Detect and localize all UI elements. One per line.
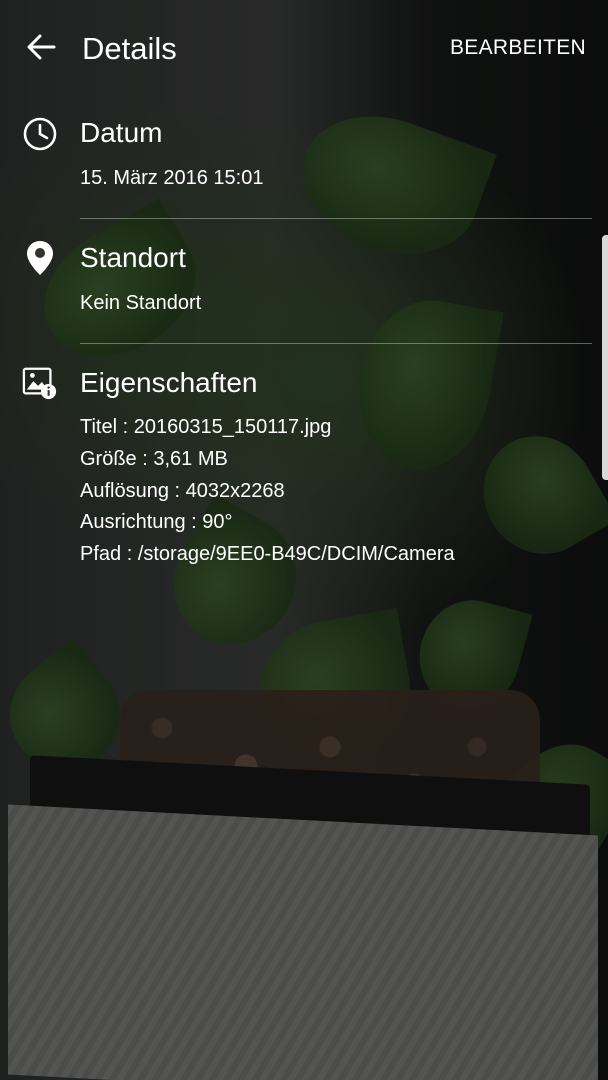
date-title: Datum <box>80 117 163 148</box>
property-resolution: Auflösung : 4032x2268 <box>80 480 285 502</box>
property-path: Pfad : /storage/9EE0-B49C/DCIM/Camera <box>80 543 455 565</box>
divider <box>80 218 592 219</box>
location-pin-icon <box>22 240 58 276</box>
date-value: 15. März 2016 15:01 <box>80 167 264 189</box>
location-section: Standort Kein Standort <box>0 235 608 345</box>
top-bar: Details BEARBEITEN <box>0 0 608 96</box>
property-size: Größe : 3,61 MB <box>80 448 228 470</box>
back-button[interactable] <box>24 30 58 64</box>
page-title: Details <box>82 31 177 66</box>
edit-button[interactable]: BEARBEITEN <box>450 35 586 61</box>
properties-section: Eigenschaften Titel : 20160315_150117.jp… <box>0 360 608 580</box>
property-title: Titel : 20160315_150117.jpg <box>80 416 332 438</box>
location-value: Kein Standort <box>80 292 202 314</box>
date-section: Datum 15. März 2016 15:01 <box>0 110 608 220</box>
location-title: Standort <box>80 242 186 273</box>
clock-icon <box>22 116 58 152</box>
arrow-left-icon <box>27 34 56 60</box>
image-info-icon <box>22 365 58 401</box>
property-orientation: Ausrichtung : 90° <box>80 511 233 533</box>
properties-title: Eigenschaften <box>80 367 258 398</box>
divider <box>80 343 592 344</box>
